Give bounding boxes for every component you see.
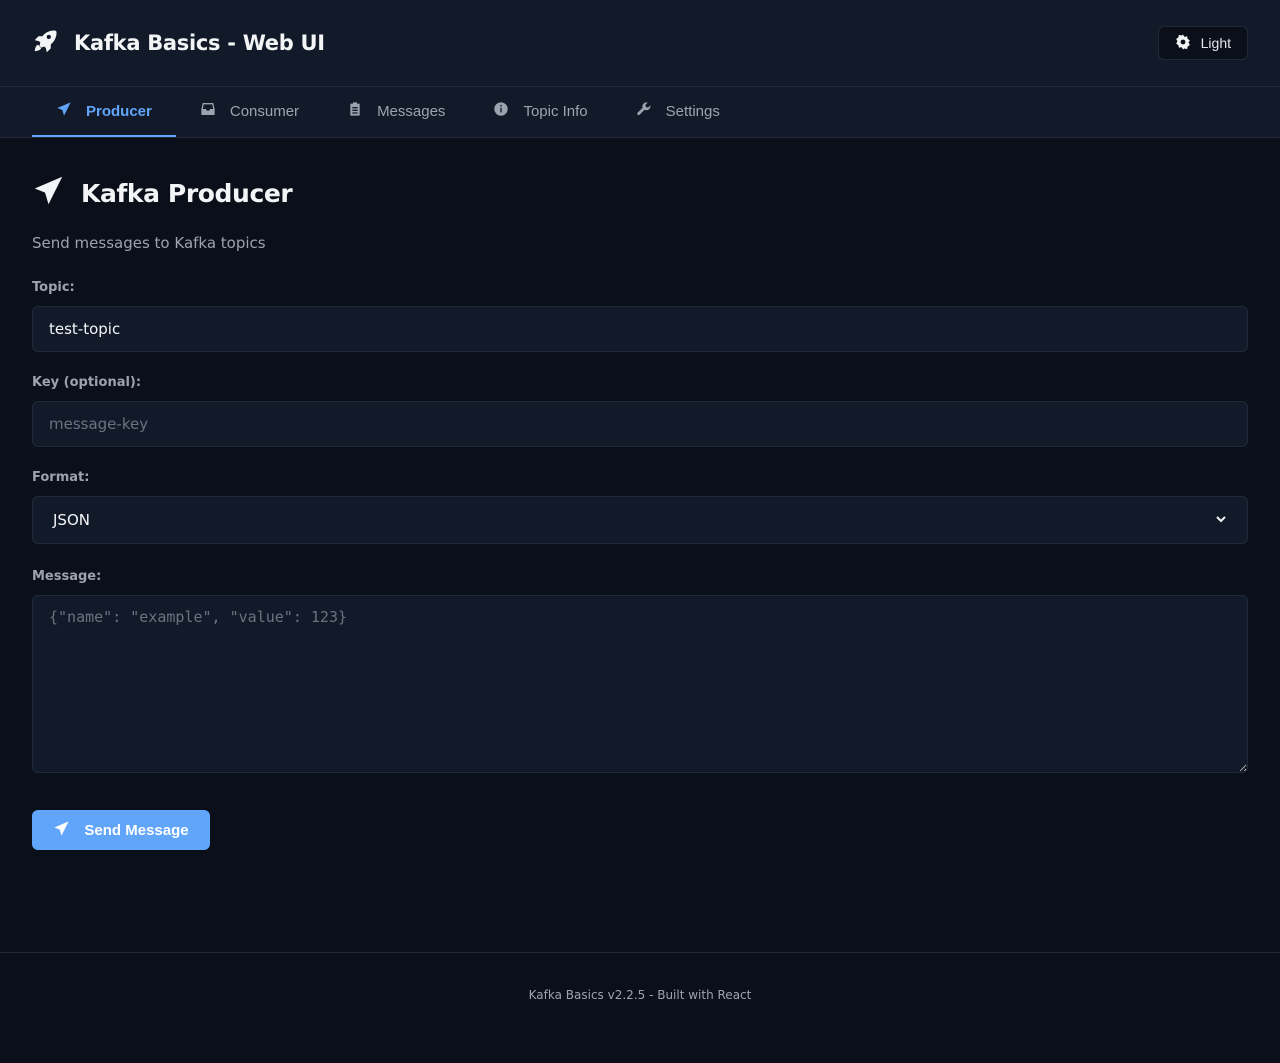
producer-panel: Kafka Producer Send messages to Kafka to… — [0, 138, 1280, 850]
message-label: Message: — [32, 569, 102, 584]
key-field: Key (optional): — [32, 375, 1248, 447]
send-message-label: Send Message — [84, 821, 189, 839]
page-heading: Kafka Producer — [32, 174, 1248, 212]
page-title: Kafka Producer — [81, 178, 293, 208]
paper-plane-icon — [32, 174, 65, 212]
format-field: Format: JSON — [32, 470, 1248, 544]
topic-field: Topic: — [32, 280, 1248, 352]
tab-label: Consumer — [229, 102, 300, 120]
tab-producer[interactable]: Producer — [32, 87, 176, 137]
clipboard-list-icon — [347, 101, 363, 121]
theme-toggle-button[interactable]: Light — [1157, 26, 1248, 60]
tab-settings[interactable]: Settings — [612, 87, 744, 137]
paper-plane-icon — [56, 101, 72, 121]
key-label: Key (optional): — [32, 375, 142, 390]
app-footer: Kafka Basics v2.2.5 - Built with React — [0, 952, 1280, 1063]
inbox-icon — [200, 101, 216, 121]
format-select[interactable]: JSON — [32, 496, 1248, 544]
wrench-icon — [636, 101, 652, 121]
paper-plane-icon — [53, 820, 70, 841]
info-circle-icon — [493, 101, 509, 121]
tab-messages[interactable]: Messages — [323, 87, 469, 137]
rocket-icon — [32, 28, 58, 59]
tab-label: Settings — [665, 102, 720, 120]
send-message-button[interactable]: Send Message — [32, 810, 210, 850]
tab-label: Producer — [86, 102, 152, 120]
app-header: Kafka Basics - Web UI Light — [0, 0, 1280, 87]
sun-icon — [1175, 34, 1191, 53]
key-input[interactable] — [32, 401, 1248, 447]
footer-text: Kafka Basics v2.2.5 - Built with React — [528, 988, 752, 1002]
tab-label: Topic Info — [523, 102, 588, 120]
tab-topic-info[interactable]: Topic Info — [469, 87, 611, 137]
theme-toggle-label: Light — [1200, 35, 1231, 51]
brand: Kafka Basics - Web UI — [32, 28, 325, 59]
format-label: Format: — [32, 470, 90, 485]
format-selected-value: JSON — [53, 511, 90, 529]
tab-label: Messages — [377, 102, 446, 120]
app-title: Kafka Basics - Web UI — [74, 31, 325, 55]
app-root: Kafka Basics - Web UI Light Producer Con… — [0, 0, 1280, 1063]
message-field: Message: — [32, 569, 1248, 778]
chevron-down-icon — [1215, 511, 1227, 529]
topic-input[interactable] — [32, 306, 1248, 352]
main-tabs: Producer Consumer Messages Topic Info Se… — [0, 87, 1280, 138]
topic-label: Topic: — [32, 280, 75, 295]
tab-consumer[interactable]: Consumer — [176, 87, 323, 137]
message-textarea[interactable] — [32, 595, 1248, 773]
page-subtitle: Send messages to Kafka topics — [32, 234, 266, 252]
